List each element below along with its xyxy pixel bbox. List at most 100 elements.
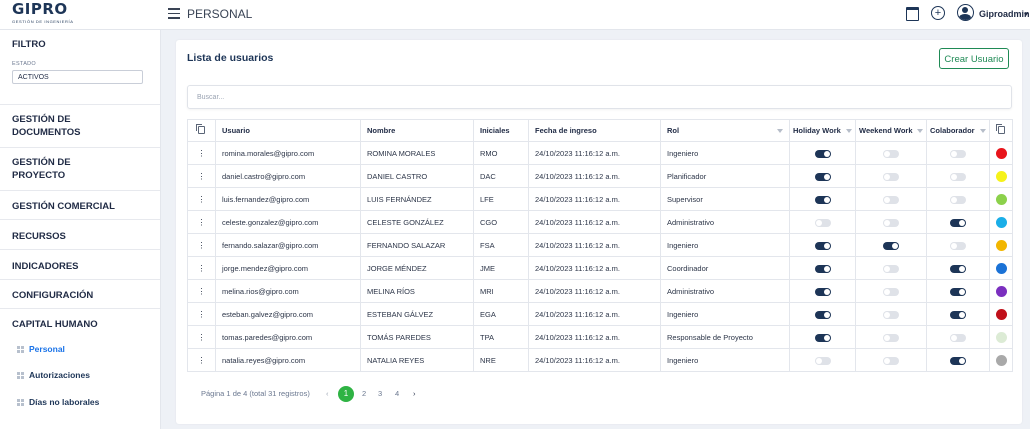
row-menu-icon[interactable]: ⋮ [187,187,216,211]
copy-icon[interactable] [989,119,1013,142]
row-menu-icon[interactable]: ⋮ [187,141,216,165]
add-circle-icon[interactable]: + [931,6,945,20]
col-rol[interactable]: Rol [660,119,790,142]
create-user-button[interactable]: Crear Usuario [939,48,1009,69]
row-menu-icon[interactable]: ⋮ [187,348,216,372]
table-row[interactable]: ⋮ celeste.gonzalez@gipro.com CELESTE GONZÁ… [187,210,1013,234]
row-menu-icon[interactable]: ⋮ [187,233,216,257]
filter-icon[interactable] [777,129,783,133]
row-menu-icon[interactable]: ⋮ [187,164,216,188]
color-dot[interactable] [996,331,1007,343]
filter-icon[interactable] [846,129,852,133]
sidebar-item-indicadores[interactable]: INDICADORES [0,250,160,280]
table-row[interactable]: ⋮ esteban.galvez@gipro.com ESTEBAN GÁLVEZ E… [187,302,1013,326]
colaborador-toggle[interactable] [950,195,966,204]
weekend-work-toggle[interactable] [883,149,899,158]
next-page-button[interactable]: › [413,389,416,398]
weekend-work-toggle[interactable] [883,172,899,181]
weekend-work-toggle[interactable] [883,333,899,342]
calendar-icon[interactable] [906,7,919,21]
weekend-work-toggle[interactable] [883,195,899,204]
table-row[interactable]: ⋮ romina.morales@gipro.com ROMINA MORALES R… [187,141,1013,165]
table-row[interactable]: ⋮ tomas.paredes@gipro.com TOMÁS PAREDES TPA… [187,325,1013,349]
table-row[interactable]: ⋮ melina.rios@gipro.com MELINA RÍOS MRI 24/1… [187,279,1013,303]
colaborador-toggle[interactable] [950,287,966,296]
prev-page-button[interactable]: ‹ [326,389,329,398]
colaborador-toggle[interactable] [950,356,966,365]
colaborador-toggle[interactable] [950,149,966,158]
menu-icon[interactable] [168,8,180,19]
col-holiday[interactable]: Holiday Work [789,119,856,142]
col-fecha[interactable]: Fecha de ingreso [528,119,661,142]
colaborador-toggle[interactable] [950,172,966,181]
page-2-button[interactable]: 2 [362,389,366,398]
table-row[interactable]: ⋮ luis.fernandez@gipro.com LUIS FERNÁNDEZ L… [187,187,1013,211]
search-input[interactable]: Buscar... [187,85,1012,109]
color-dot[interactable] [996,285,1007,297]
color-dot[interactable] [996,147,1007,159]
color-dot[interactable] [996,262,1007,274]
table-row[interactable]: ⋮ daniel.castro@gipro.com DANIEL CASTRO DAC… [187,164,1013,188]
col-usuario[interactable]: Usuario [215,119,361,142]
colaborador-toggle[interactable] [950,241,966,250]
colaborador-toggle[interactable] [950,310,966,319]
col-iniciales[interactable]: Iniciales [473,119,529,142]
row-menu-icon[interactable]: ⋮ [187,302,216,326]
gipro-logo[interactable]: GIPRO GESTIÓN DE INGENIERÍA [12,2,74,26]
colaborador-toggle[interactable] [950,264,966,273]
sidebar-item-documentos[interactable]: GESTIÓN DE DOCUMENTOS [0,105,160,148]
holiday-work-toggle[interactable] [814,333,831,342]
filter-icon[interactable] [980,129,986,133]
holiday-work-toggle[interactable] [814,310,831,319]
table-row[interactable]: ⋮ fernando.salazar@gipro.com FERNANDO SALA… [187,233,1013,257]
user-avatar-icon[interactable] [957,4,974,21]
row-menu-icon[interactable]: ⋮ [187,256,216,280]
state-select[interactable]: ACTIVOS [12,70,143,84]
filter-icon[interactable] [917,129,923,133]
holiday-work-toggle[interactable] [814,356,831,365]
sidebar-subitem-dias-no-laborales[interactable]: Días no laborales [17,397,99,407]
holiday-work-toggle[interactable] [814,264,831,273]
copy-icon[interactable] [187,119,216,142]
page-3-button[interactable]: 3 [378,389,382,398]
sidebar-item-proyecto[interactable]: GESTIÓN DE PROYECTO [0,148,160,191]
colaborador-toggle[interactable] [950,218,966,227]
row-menu-icon[interactable]: ⋮ [187,279,216,303]
color-dot[interactable] [996,239,1007,251]
page-4-button[interactable]: 4 [395,389,399,398]
sidebar-item-configuracion[interactable]: CONFIGURACIÓN [0,280,160,309]
row-menu-icon[interactable]: ⋮ [187,210,216,234]
sidebar-item-recursos[interactable]: RECURSOS [0,220,160,250]
color-dot[interactable] [996,354,1007,366]
col-colaborador[interactable]: Colaborador [926,119,990,142]
table-row[interactable]: ⋮ jorge.mendez@gipro.com JORGE MÉNDEZ JME 24… [187,256,1013,280]
colaborador-toggle[interactable] [950,333,966,342]
username[interactable]: Giproadmin [979,9,1030,19]
sidebar-subitem-personal[interactable]: Personal [17,344,65,354]
row-menu-icon[interactable]: ⋮ [187,325,216,349]
holiday-work-toggle[interactable] [814,218,831,227]
sidebar-subitem-autorizaciones[interactable]: Autorizaciones [17,370,90,380]
holiday-work-toggle[interactable] [814,172,831,181]
weekend-work-toggle[interactable] [883,218,899,227]
weekend-work-toggle[interactable] [883,356,899,365]
holiday-work-toggle[interactable] [814,149,831,158]
holiday-work-toggle[interactable] [814,287,831,296]
page-1-button[interactable]: 1 [338,386,354,402]
weekend-work-toggle[interactable] [883,264,899,273]
sidebar-item-capital-humano[interactable]: CAPITAL HUMANO [0,309,160,339]
color-dot[interactable] [996,308,1007,320]
holiday-work-toggle[interactable] [814,241,831,250]
color-dot[interactable] [996,193,1007,205]
color-dot[interactable] [996,170,1007,182]
weekend-work-toggle[interactable] [883,310,899,319]
weekend-work-toggle[interactable] [883,287,899,296]
color-dot[interactable] [996,216,1007,228]
col-nombre[interactable]: Nombre [360,119,474,142]
weekend-work-toggle[interactable] [883,241,899,250]
chevron-down-icon[interactable] [1024,13,1028,16]
table-row[interactable]: ⋮ natalia.reyes@gipro.com NATALIA REYES NRE… [187,348,1013,372]
col-weekend[interactable]: Weekend Work [855,119,927,142]
sidebar-item-comercial[interactable]: GESTIÓN COMERCIAL [0,191,160,220]
holiday-work-toggle[interactable] [814,195,831,204]
